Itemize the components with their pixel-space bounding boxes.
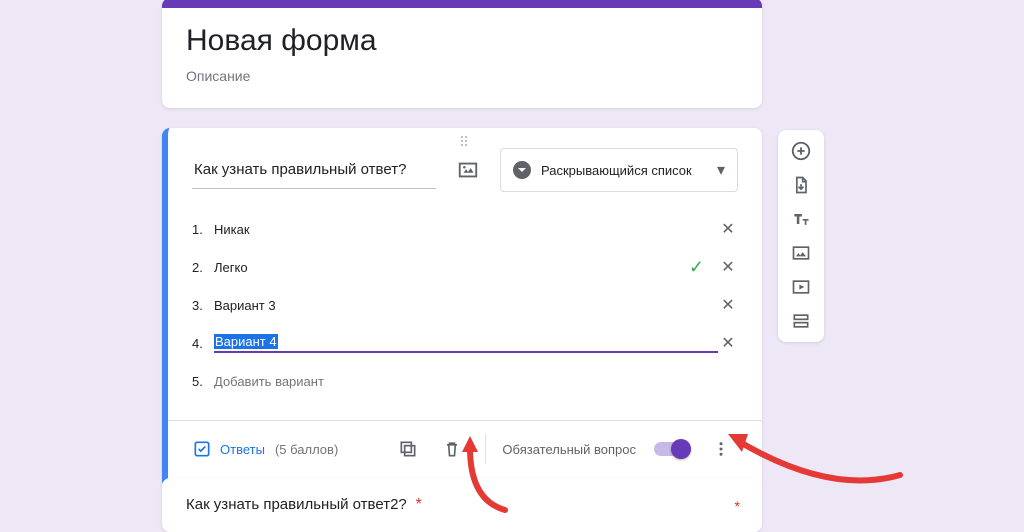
question-card: ⠿ Раскрывающийся список ▾ 1. Никак ✕ 2. … <box>162 128 762 489</box>
question-footer: Ответы (5 баллов) Обязательный вопрос <box>192 421 738 477</box>
drag-handle-icon[interactable]: ⠿ <box>459 134 471 151</box>
add-question-button[interactable] <box>784 136 818 166</box>
question-title-input[interactable] <box>192 151 436 189</box>
remove-option-button[interactable]: ✕ <box>718 257 738 277</box>
chevron-down-icon: ▾ <box>717 160 725 180</box>
options-list: 1. Никак ✕ 2. Легко ✓ ✕ 3. Вариант 3 ✕ 4… <box>192 210 738 400</box>
divider <box>485 434 486 464</box>
more-options-button[interactable] <box>704 432 738 466</box>
question-type-label: Раскрывающийся список <box>541 163 707 178</box>
correct-answer-icon: ✓ <box>689 257 704 278</box>
required-toggle[interactable] <box>654 442 688 456</box>
dropdown-type-icon <box>513 161 531 179</box>
points-label: (5 баллов) <box>275 442 338 457</box>
form-title[interactable]: Новая форма <box>186 24 738 58</box>
side-toolbar <box>778 130 824 342</box>
option-row[interactable]: 3. Вариант 3 ✕ <box>192 286 738 324</box>
add-image-button[interactable] <box>448 150 488 190</box>
add-title-button[interactable] <box>784 204 818 234</box>
form-description[interactable]: Описание <box>186 68 738 84</box>
add-option-label: Добавить вариант <box>214 374 738 389</box>
form-header-card: Новая форма Описание <box>162 0 762 108</box>
answer-key-button[interactable]: Ответы <box>192 439 265 459</box>
remove-option-button[interactable]: ✕ <box>718 219 738 239</box>
next-question-card[interactable]: Как узнать правильный ответ2? * * <box>162 478 762 532</box>
import-questions-button[interactable] <box>784 170 818 200</box>
option-text-editing[interactable]: Вариант 4 <box>214 334 718 353</box>
remove-option-button[interactable]: ✕ <box>718 295 738 315</box>
add-video-button[interactable] <box>784 272 818 302</box>
required-label: Обязательный вопрос <box>502 442 636 457</box>
add-option-row[interactable]: 5. Добавить вариант <box>192 362 738 400</box>
next-question-title: Как узнать правильный ответ2? <box>186 496 407 513</box>
duplicate-button[interactable] <box>391 432 425 466</box>
option-row[interactable]: 1. Никак ✕ <box>192 210 738 248</box>
option-text[interactable]: Вариант 3 <box>214 298 718 313</box>
question-type-select[interactable]: Раскрывающийся список ▾ <box>500 148 738 192</box>
option-text[interactable]: Никак <box>214 222 718 237</box>
delete-button[interactable] <box>435 432 469 466</box>
checklist-icon <box>192 439 212 459</box>
remove-option-button[interactable]: ✕ <box>718 333 738 353</box>
add-section-button[interactable] <box>784 306 818 336</box>
option-text[interactable]: Легко <box>214 260 689 275</box>
add-image-toolbar-button[interactable] <box>784 238 818 268</box>
option-row[interactable]: 4. Вариант 4 ✕ <box>192 324 738 362</box>
option-row[interactable]: 2. Легко ✓ ✕ <box>192 248 738 286</box>
